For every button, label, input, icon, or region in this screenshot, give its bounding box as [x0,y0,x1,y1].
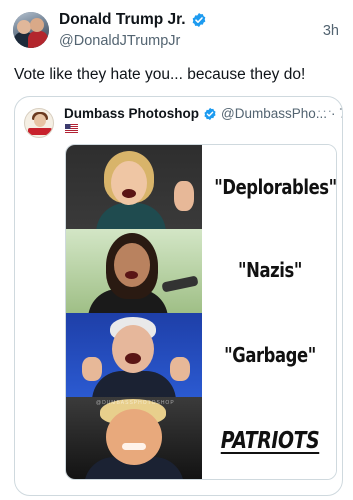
post-text: Vote like they hate you... because they … [14,66,306,83]
meme-photo-column: @DUMBASSPHOTOSHOP [66,145,202,479]
meme-caption-column: "Deplorables" "Nazis" "Garbage" PATRIOTS [202,145,337,479]
photo-woman-dark-hair-speaking [66,229,202,313]
author-name-row: Donald Trump Jr. [59,11,207,29]
caption-patriots: PATRIOTS [220,428,320,454]
caption-garbage: "Garbage" [224,343,316,367]
quoted-author-handle[interactable]: @DumbassPho... [221,106,327,121]
author-display-name[interactable]: Donald Trump Jr. [59,11,186,29]
more-options-icon[interactable]: ··· [317,103,333,118]
meme-watermark: @DUMBASSPHOTOSHOP [96,400,175,406]
caption-nazis: "Nazis" [238,258,302,282]
quoted-author-display-name[interactable]: Dumbass Photoshop [64,106,199,121]
quoted-author-avatar[interactable] [24,108,54,138]
post-timestamp[interactable]: 3h [323,23,339,39]
author-handle[interactable]: @DonaldJTrumpJr [59,33,180,49]
photo-woman-blonde-shouting [66,145,202,229]
caption-deplorables: "Deplorables" [214,175,337,199]
tweet[interactable]: Donald Trump Jr. @DonaldJTrumpJr 3h Vote… [0,0,353,500]
verified-badge-icon [192,13,205,27]
quoted-tweet[interactable]: Dumbass Photoshop @DumbassPho... · 7h ··… [14,96,343,496]
photo-man-smiling [66,397,202,479]
quoted-author-row: Dumbass Photoshop @DumbassPho... · 7h [64,106,342,121]
photo-older-man-shouting [66,313,202,397]
author-avatar[interactable] [13,12,49,48]
verified-badge-icon [204,107,216,120]
meme-image[interactable]: @DUMBASSPHOTOSHOP "Deplorables" "Nazis" … [65,144,337,480]
us-flag-icon [65,124,78,133]
